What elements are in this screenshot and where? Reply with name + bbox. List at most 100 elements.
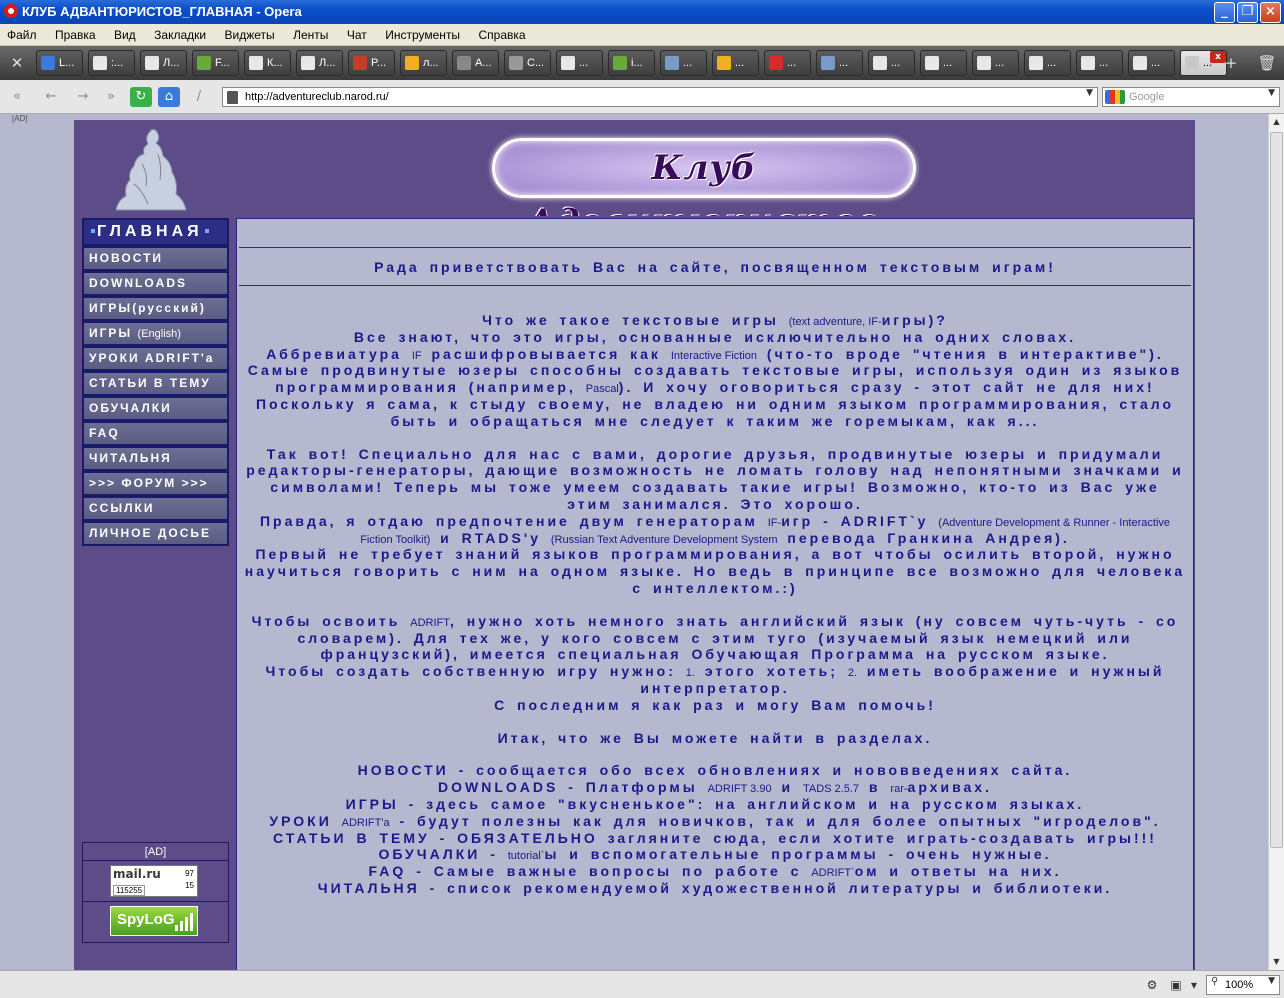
customize-icon[interactable]: ✕	[6, 52, 28, 74]
tab-label: ...	[995, 57, 1005, 69]
nav-home[interactable]: ГЛАВНАЯ	[82, 218, 229, 246]
nav-articles[interactable]: СТАТЬИ В ТЕМУ	[82, 371, 229, 396]
tab-favicon-icon	[821, 56, 835, 70]
nav-downloads[interactable]: DOWNLOADS	[82, 271, 229, 296]
zoom-select[interactable]: ⚲ 100% ▼	[1206, 975, 1280, 995]
ad-label: [AD]	[83, 843, 228, 861]
reload-icon[interactable]: ↻	[130, 87, 152, 107]
tab-label: ...	[1151, 57, 1161, 69]
browser-tab[interactable]: ...	[1076, 50, 1123, 76]
tab-label: К...	[267, 57, 283, 69]
tab-label: C...	[527, 57, 545, 69]
chevron-down-icon[interactable]: ▼	[1268, 88, 1275, 98]
nav-games-english[interactable]: ИГРЫ (English)	[82, 321, 229, 346]
tab-favicon-icon	[301, 56, 315, 70]
menu-feeds[interactable]: Ленты	[286, 24, 335, 46]
menu-chat[interactable]: Чат	[340, 24, 374, 46]
browser-tab[interactable]: P...	[348, 50, 395, 76]
menu-bar: Файл Правка Вид Закладки Виджеты Ленты Ч…	[0, 24, 1284, 46]
browser-tab[interactable]: Л...	[140, 50, 187, 76]
fast-forward-icon[interactable]: »	[100, 87, 122, 107]
menu-bookmarks[interactable]: Закладки	[147, 24, 213, 46]
search-field[interactable]: Google ▼	[1102, 87, 1280, 107]
chevron-down-icon[interactable]: ▼	[1268, 976, 1275, 986]
nav-faq[interactable]: FAQ	[82, 421, 229, 446]
divider	[239, 247, 1191, 248]
back-icon[interactable]: ←	[40, 87, 62, 107]
menu-view[interactable]: Вид	[107, 24, 143, 46]
nav-games-russian[interactable]: ИГРЫ(русский)	[82, 296, 229, 321]
page-icon	[227, 91, 238, 104]
scroll-down-icon[interactable]: ▼	[1269, 954, 1284, 970]
browser-tab[interactable]: ...	[972, 50, 1019, 76]
turbo-icon[interactable]: ⚙	[1144, 977, 1160, 993]
browser-tab[interactable]: ...	[660, 50, 707, 76]
vertical-scrollbar[interactable]: ▲ ▼	[1268, 114, 1284, 970]
menu-widgets[interactable]: Виджеты	[218, 24, 282, 46]
browser-tab[interactable]: F...	[192, 50, 239, 76]
zoom-value: 100%	[1225, 979, 1254, 991]
spylog-counter[interactable]: SpyLoG	[110, 906, 198, 936]
maximize-button[interactable]: ❐	[1237, 2, 1258, 23]
mailru-counter[interactable]: mail.ru 97 15 115255	[110, 865, 198, 897]
browser-tab[interactable]: L...	[36, 50, 83, 76]
browser-tab[interactable]: ...	[556, 50, 603, 76]
tab-label: ...	[787, 57, 797, 69]
menu-tools[interactable]: Инструменты	[378, 24, 467, 46]
page-viewport: [AD] Клуб Адвантюристов ГЛАВНАЯ НОВОСТИ …	[0, 114, 1268, 970]
sections-heading: Итак, что же Вы можете найти в разделах.	[497, 729, 933, 746]
close-button[interactable]: ×	[1260, 2, 1281, 23]
browser-tab[interactable]: ...	[764, 50, 811, 76]
chevron-down-icon[interactable]: ▾	[1186, 977, 1202, 993]
nav-forum[interactable]: >>> ФОРУМ >>>	[82, 471, 229, 496]
browser-tab[interactable]: ...	[816, 50, 863, 76]
browser-tab[interactable]: Л...	[296, 50, 343, 76]
browser-tab[interactable]: ...	[868, 50, 915, 76]
scroll-up-icon[interactable]: ▲	[1269, 114, 1284, 130]
rewind-icon[interactable]: «	[6, 87, 28, 107]
browser-tab[interactable]: i...	[608, 50, 655, 76]
menu-edit[interactable]: Правка	[48, 24, 103, 46]
browser-tab[interactable]: C...	[504, 50, 551, 76]
tab-favicon-icon	[925, 56, 939, 70]
browser-tab[interactable]: ...	[712, 50, 759, 76]
site-logo[interactable]: Клуб Адвантюристов	[492, 138, 916, 242]
tab-favicon-icon	[1029, 56, 1043, 70]
scroll-thumb[interactable]	[1270, 132, 1283, 848]
nav-news[interactable]: НОВОСТИ	[82, 246, 229, 271]
forward-icon[interactable]: →	[72, 87, 94, 107]
browser-tab[interactable]: ...	[1128, 50, 1175, 76]
edit-icon[interactable]: /	[188, 87, 210, 107]
nav-tutorials[interactable]: ОБУЧАЛКИ	[82, 396, 229, 421]
browser-tab[interactable]: ...	[920, 50, 967, 76]
image-toggle-icon[interactable]: ▣	[1168, 977, 1184, 993]
menu-file[interactable]: Файл	[0, 24, 44, 46]
address-field[interactable]: http://adventureclub.narod.ru/ ▼	[222, 87, 1098, 107]
page-body: ГЛАВНАЯ НОВОСТИ DOWNLOADS ИГРЫ(русский) …	[74, 216, 1195, 970]
tab-label: ...	[579, 57, 589, 69]
browser-tab[interactable]: К...	[244, 50, 291, 76]
tab-label: ...	[1099, 57, 1109, 69]
browser-tab[interactable]: ...	[1024, 50, 1071, 76]
tab-label: P...	[371, 57, 387, 69]
address-bar: « ← → » ↻ ⌂ / http://adventureclub.narod…	[0, 80, 1284, 114]
browser-tab[interactable]: A...	[452, 50, 499, 76]
home-icon[interactable]: ⌂	[158, 87, 180, 107]
minimize-button[interactable]: _	[1214, 2, 1235, 23]
title-bar: КЛУБ АДВАНТЮРИСТОВ_ГЛАВНАЯ - Opera _ ❐ ×	[0, 0, 1284, 24]
tab-favicon-icon	[873, 56, 887, 70]
top-strip-ad: [AD]	[12, 114, 28, 123]
nav-reading-room[interactable]: ЧИТАЛЬНЯ	[82, 446, 229, 471]
nav-personal-file[interactable]: ЛИЧНОЕ ДОСЬЕ	[82, 521, 229, 546]
menu-help[interactable]: Справка	[472, 24, 533, 46]
tab-label: ...	[735, 57, 745, 69]
nav-adrift-lessons[interactable]: УРОКИ ADRIFT'a	[82, 346, 229, 371]
tab-favicon-icon	[509, 56, 523, 70]
browser-tab[interactable]: л...	[400, 50, 447, 76]
chevron-down-icon[interactable]: ▼	[1086, 88, 1093, 98]
browser-tab[interactable]: :...	[88, 50, 135, 76]
divider	[239, 285, 1191, 286]
new-tab-icon[interactable]: +	[1220, 52, 1242, 74]
nav-links[interactable]: ССЫЛКИ	[82, 496, 229, 521]
trash-icon[interactable]: 🗑	[1256, 52, 1278, 74]
